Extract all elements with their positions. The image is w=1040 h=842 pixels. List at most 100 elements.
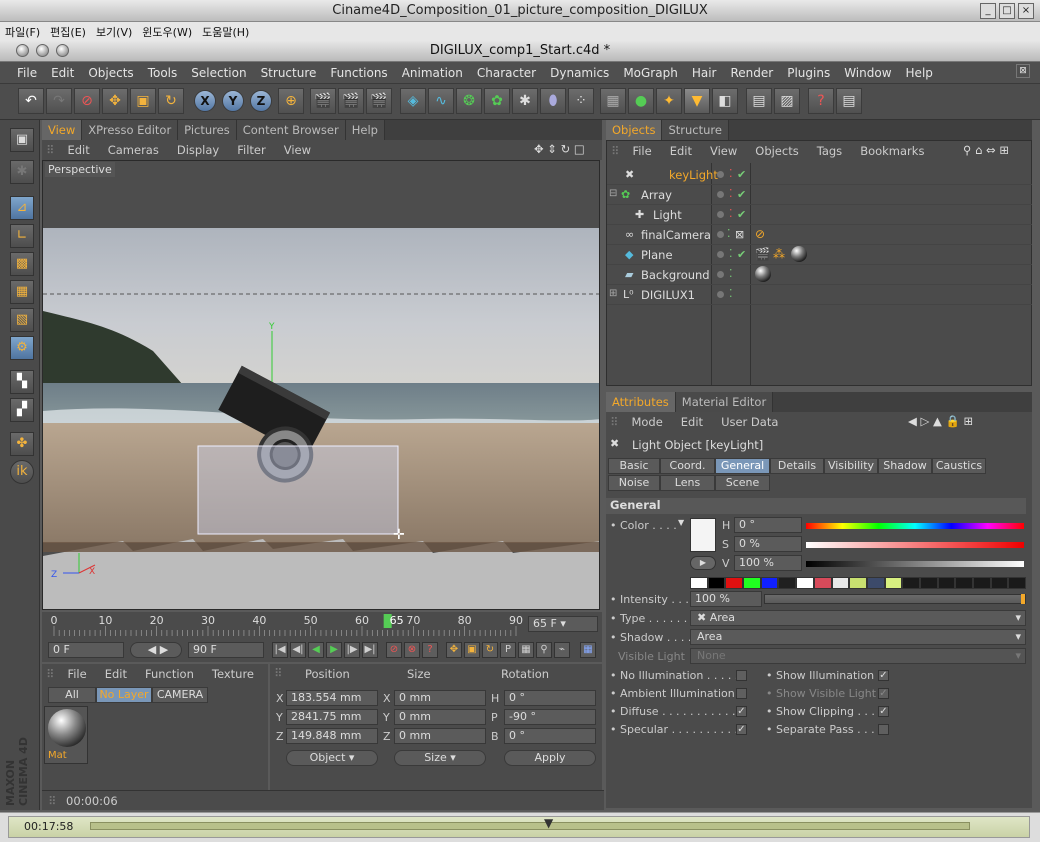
tag-icon[interactable]: ●	[628, 88, 654, 114]
shadow-dropdown[interactable]: Area ▾	[690, 629, 1026, 645]
compositing-tag-icon[interactable]: 🎬	[755, 247, 770, 261]
mat-filter-camera[interactable]: CAMERA	[152, 687, 208, 703]
size-x-field[interactable]: 0 mm	[394, 690, 486, 706]
key-rotation-icon[interactable]: ↻	[482, 642, 498, 658]
render-dot[interactable]: ⁚	[729, 167, 733, 180]
hue-field[interactable]: 0 °	[734, 517, 802, 533]
saturation-field[interactable]: 0 %	[734, 536, 802, 552]
sculpt-icon[interactable]: ✤	[10, 432, 34, 456]
tab-view[interactable]: View	[42, 120, 83, 140]
subdivision-icon[interactable]: ❂	[456, 88, 482, 114]
object-row-plane[interactable]: ◆ Plane ⁚ ✔ 🎬 ⁂	[607, 245, 1032, 265]
checker-icon[interactable]: ▚	[10, 370, 34, 394]
close-icon[interactable]: ×	[1018, 3, 1034, 19]
tab-help[interactable]: Help	[345, 120, 385, 140]
particles-icon[interactable]: ⁘	[568, 88, 594, 114]
prev-key-icon[interactable]: ◀|	[290, 642, 306, 658]
tab-pictures[interactable]: Pictures	[178, 120, 237, 140]
expand-icon[interactable]: ⊟	[609, 188, 617, 199]
scene-object-icon[interactable]: ⬮	[540, 88, 566, 114]
object-row-finalcamera[interactable]: ∞ finalCamera ⁚ ⊠ ⊘	[607, 225, 1032, 245]
render-dot[interactable]: ⁚	[727, 227, 731, 240]
camera-icon[interactable]: ◧	[712, 88, 738, 114]
spline-pen-icon[interactable]: ∿	[428, 88, 454, 114]
tab-content-browser[interactable]: Content Browser	[236, 120, 346, 140]
ambient-illumination-checkbox[interactable]	[736, 688, 747, 699]
show-clipping-checkbox[interactable]: ✓	[878, 706, 889, 717]
attr-tab-shadow[interactable]: Shadow	[878, 458, 932, 474]
tab-xpresso-editor[interactable]: XPresso Editor	[82, 120, 179, 140]
display-tag-icon[interactable]: ⁂	[773, 247, 785, 261]
color-preset-swatch[interactable]	[778, 577, 797, 589]
viewport-nav-icons[interactable]: ✥ ⇕ ↻ □	[532, 140, 587, 158]
x-axis-lock-icon[interactable]: X	[194, 90, 216, 112]
deformer-icon[interactable]: ✱	[512, 88, 538, 114]
y-axis-lock-icon[interactable]: Y	[222, 90, 244, 112]
attr-tab-scene[interactable]: Scene	[715, 475, 770, 491]
menu-character[interactable]: Character	[470, 62, 543, 80]
color-preset-swatch[interactable]	[849, 577, 867, 589]
object-row-background[interactable]: ▰ Background ⁚	[607, 265, 1032, 285]
diffuse-checkbox[interactable]: ✓	[736, 706, 747, 717]
menu-file[interactable]: File	[10, 62, 44, 80]
menu-selection[interactable]: Selection	[184, 62, 253, 80]
workplane-mode-icon[interactable]: ⚙	[10, 336, 34, 360]
record-icon[interactable]: ⊘	[386, 642, 402, 658]
rotate-tool-icon[interactable]: ↻	[158, 88, 184, 114]
color-dropdown-icon[interactable]: ▼	[678, 518, 684, 527]
play-back-icon[interactable]: ◀	[308, 642, 324, 658]
obj-menu-objects[interactable]: Objects	[746, 141, 807, 158]
obj-menu-file[interactable]: File	[623, 141, 660, 158]
menu-objects[interactable]: Objects	[81, 62, 140, 80]
attr-tab-visibility[interactable]: Visibility	[824, 458, 878, 474]
goto-end-icon[interactable]: ▶|	[362, 642, 378, 658]
lock-icon[interactable]: ▨	[774, 88, 800, 114]
end-range-field[interactable]: 90 F	[188, 642, 264, 658]
end-frame-field[interactable]: 65 F ▾	[528, 616, 598, 632]
floor-icon[interactable]: ▼	[684, 88, 710, 114]
render-view-icon[interactable]: 🎬	[310, 88, 336, 114]
menu-animation[interactable]: Animation	[395, 62, 470, 80]
size-mode-dropdown[interactable]: Size ▾	[394, 750, 486, 766]
color-preset-swatch[interactable]	[743, 577, 761, 589]
object-row-digilux1[interactable]: ⊞ L⁰ DIGILUX1 ⁚	[607, 285, 1032, 305]
no-illumination-checkbox[interactable]	[736, 670, 747, 681]
view-menu-display[interactable]: Display	[168, 140, 228, 157]
attr-nav-icons[interactable]: ◀ ▷ ▲ 🔒 ⊞	[906, 412, 975, 430]
color-swatch[interactable]	[690, 518, 716, 552]
autokey-icon[interactable]: ⊗	[404, 642, 420, 658]
undo-icon[interactable]: ↶	[18, 88, 44, 114]
mat-menu-function[interactable]: Function	[136, 664, 203, 681]
color-swatch-row[interactable]	[690, 577, 1027, 589]
size-z-field[interactable]: 0 mm	[394, 728, 486, 744]
color-preset-swatch[interactable]	[902, 577, 920, 589]
doc-minimize-icon[interactable]	[36, 44, 49, 57]
polygons-mode-icon[interactable]: ▦	[10, 280, 34, 304]
menu-hair[interactable]: Hair	[685, 62, 724, 80]
intensity-handle[interactable]	[1021, 594, 1025, 604]
play-icon[interactable]: ▶	[326, 642, 342, 658]
object-row-array[interactable]: ⊟ ✿ Array ⁚ ✔	[607, 185, 1032, 205]
object-row-light[interactable]: ✚ Light ⁚ ✔	[607, 205, 1032, 225]
cube-icon[interactable]: ◈	[400, 88, 426, 114]
type-dropdown[interactable]: ✖ Area ▾	[690, 610, 1026, 626]
frame-slider[interactable]: ◀ ▶	[130, 642, 182, 658]
obj-menu-bookmarks[interactable]: Bookmarks	[851, 141, 933, 158]
player-scrubber[interactable]	[90, 822, 970, 830]
mat-menu-edit[interactable]: Edit	[96, 664, 136, 681]
render-dot[interactable]: ⁚	[729, 207, 733, 220]
rotation-p-field[interactable]: -90 °	[504, 709, 596, 725]
playhead-icon[interactable]: ▼	[544, 816, 553, 830]
enabled-cross[interactable]: ⊠	[735, 228, 744, 241]
outer-menu-help[interactable]: 도움말(H)	[197, 22, 254, 42]
position-y-field[interactable]: 2841.75 mm	[286, 709, 378, 725]
intensity-field[interactable]: 100 %	[690, 591, 762, 607]
texture-mode-icon[interactable]: ▧	[10, 308, 34, 332]
attr-tab-caustics[interactable]: Caustics	[932, 458, 986, 474]
color-preset-swatch[interactable]	[707, 577, 726, 589]
render-dot[interactable]: ⁚	[729, 187, 733, 200]
visibility-dot[interactable]	[717, 271, 724, 278]
layout-icon[interactable]: ⊠	[1016, 64, 1030, 78]
key-scale-icon[interactable]: ▣	[464, 642, 480, 658]
uv-checker-icon[interactable]: ▞	[10, 398, 34, 422]
